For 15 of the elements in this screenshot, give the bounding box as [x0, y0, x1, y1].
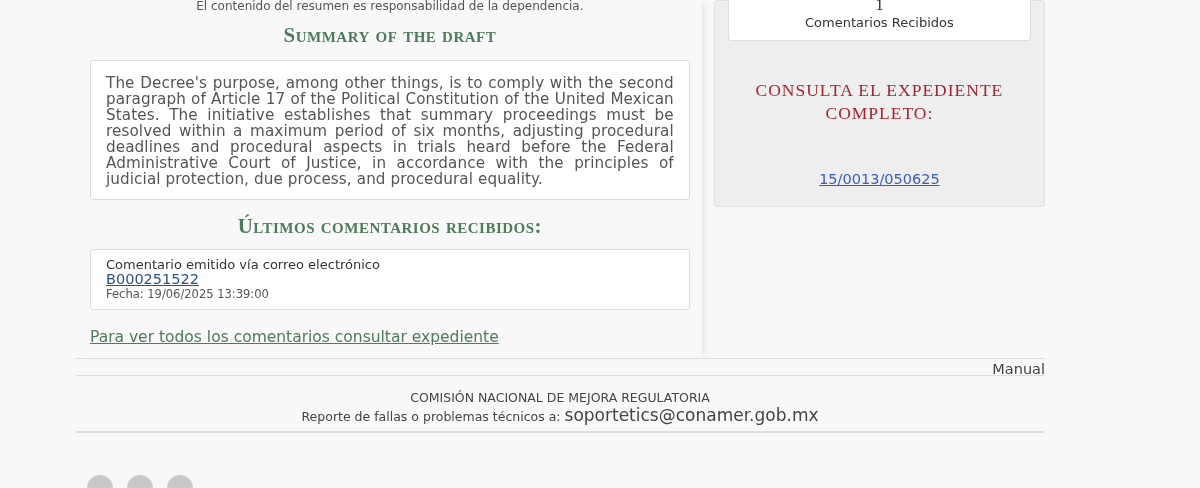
email-link[interactable]: soportetics@conamer.gob.mx	[564, 405, 819, 425]
comment-source: Comentario emitido vía correo electrónico	[106, 257, 381, 272]
all-comments-link[interactable]: Para ver todos los comentarios consultar expediente	[90, 328, 499, 346]
file-heading: CONSULTA EL EXPEDIENTE COMPLETO:	[754, 79, 1005, 125]
comment-id-link[interactable]: B000251522	[106, 272, 199, 287]
section-heading: Últimos comentarios recibidos:	[236, 214, 544, 239]
file-link[interactable]: 15/0013/050625	[819, 171, 940, 187]
comment-date: Fecha: 19/06/2025 13:39:00	[106, 287, 270, 301]
count-label: Comentarios Recibidos	[803, 15, 955, 30]
disclaimer-text: El contenido del resumen es responsabilidad de la dependencia.	[195, 0, 585, 13]
organization-name: COMISIÓN NACIONAL DE MEJORA REGULATORIA	[409, 390, 711, 405]
section-heading: Summary of the draft	[282, 23, 498, 48]
summary-text: The Decree's purpose, among other things, is to comply with the second paragraph of Article 17 of the Political Constitution of the United Mexican States. The initiative establishes that summary proceedings must be resolved within a maximum period of six months, adjusting procedural deadlines and procedural aspects in trials heard before the Federal Administrative Court of Justice, in accordance with the principles of judicial protection, due process, and procedural equality.	[104, 73, 675, 190]
report-text: Reporte de fallas o problemas técnicos a:	[301, 409, 561, 424]
manual-link[interactable]: Manual	[992, 361, 1045, 377]
